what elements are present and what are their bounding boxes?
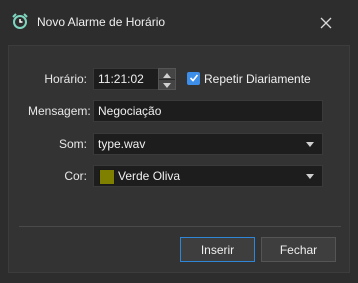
time-spinner [158,68,176,90]
insert-button[interactable]: Inserir [180,237,255,262]
alarm-clock-icon [11,12,29,30]
divider [19,226,341,227]
sound-label: Som: [58,137,87,151]
close-icon [320,17,332,32]
title-bar: Novo Alarme de Horário [0,0,358,44]
repeat-daily-checkbox[interactable] [187,72,200,85]
dropdown-arrow-icon [306,142,314,147]
spin-down-button[interactable] [159,79,175,89]
time-input[interactable]: 11:21:02 [93,68,159,90]
sound-dropdown[interactable]: type.wav [93,133,323,155]
repeat-daily-label[interactable]: Repetir Diariamente [204,72,311,86]
color-swatch [99,169,115,185]
message-input[interactable]: Negociação [93,100,323,122]
close-button[interactable] [314,12,338,36]
message-label: Mensagem: [28,104,91,118]
checkmark-icon [189,72,199,86]
chevron-down-icon [163,77,171,91]
time-label: Horário: [44,72,87,86]
dialog-window: Novo Alarme de Horário Horário: 11:21:02 [0,0,358,283]
sound-value: type.wav [98,137,146,151]
dropdown-arrow-icon [306,174,314,179]
color-dropdown[interactable]: Verde Oliva [93,165,323,187]
close-dialog-button[interactable]: Fechar [261,237,336,262]
color-value: Verde Oliva [118,169,181,183]
color-label: Cor: [64,169,87,183]
dialog-title: Novo Alarme de Horário [37,15,166,29]
